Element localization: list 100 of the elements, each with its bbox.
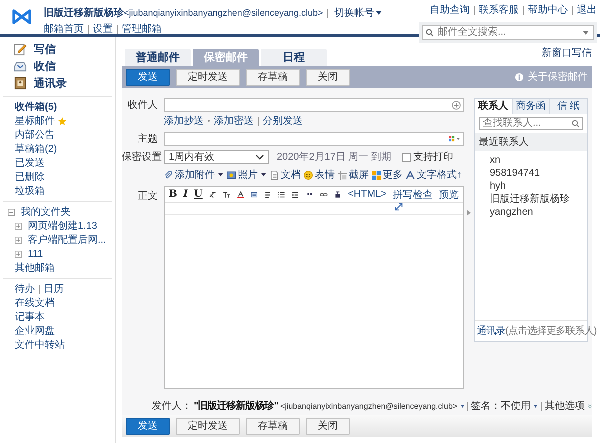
folder-item[interactable]: 我的文件夹: [21, 205, 71, 219]
caret-icon: [376, 11, 382, 15]
toolbar-button[interactable]: 发送: [126, 68, 170, 86]
contact-search-field[interactable]: 查找联系人...: [479, 117, 583, 130]
app-link[interactable]: 企业网盘: [15, 324, 112, 338]
app-link[interactable]: 记事本: [15, 310, 112, 324]
contact-item[interactable]: 旧版迁移新版杨珍: [475, 194, 587, 206]
panel-tab[interactable]: 商务函: [512, 99, 550, 114]
section-header: 最近联系人: [475, 133, 587, 151]
header-link[interactable]: 设置: [93, 22, 113, 36]
sender-label: 发件人：: [152, 400, 192, 413]
editor-link[interactable]: 预览: [439, 188, 459, 202]
contact-item[interactable]: xn: [475, 155, 587, 167]
indent-icon[interactable]: [292, 190, 300, 200]
app-link[interactable]: 待办: [15, 282, 35, 296]
sidebar-action[interactable]: 写信: [14, 41, 115, 58]
editor-link[interactable]: 拼写检查: [393, 188, 433, 202]
top-link[interactable]: 自助查询: [430, 3, 470, 17]
attach-tool[interactable]: 截屏: [338, 168, 369, 182]
account-email: <jiubanqianyixinbanyangzhen@silenceyang.club>: [124, 8, 324, 18]
toolbar-button[interactable]: 关闭: [306, 68, 350, 86]
notepad-pencil-icon: [14, 43, 27, 56]
print-checkbox[interactable]: 支持打印: [402, 150, 454, 164]
toolbar-button[interactable]: 发送: [126, 418, 170, 434]
panel-toggle-icon[interactable]: [467, 210, 471, 216]
folder-item[interactable]: 已删除: [15, 170, 112, 184]
dropdown-caret-icon[interactable]: [534, 404, 538, 408]
folder-item[interactable]: 111: [28, 248, 44, 260]
toolbar-button[interactable]: 存草稿: [246, 68, 300, 86]
field-label: 正文: [137, 190, 159, 203]
panel-tab[interactable]: 联系人: [475, 99, 512, 114]
recipient-field[interactable]: [164, 98, 464, 112]
font-icon: [406, 170, 415, 180]
folder-item[interactable]: 星标邮件: [15, 114, 112, 128]
highlight-icon[interactable]: [250, 190, 259, 200]
folder-item[interactable]: 收件箱(5): [15, 100, 112, 114]
folder-item[interactable]: 内部公告: [15, 128, 112, 142]
folder-item[interactable]: 网页端创建1.13: [28, 219, 98, 233]
italic-button[interactable]: I: [183, 189, 188, 200]
new-window-link[interactable]: 新窗口写信: [542, 46, 592, 60]
attach-tool[interactable]: 表情: [304, 168, 335, 182]
contact-item[interactable]: 958194741: [475, 168, 587, 180]
attach-tool[interactable]: 文字格式↑: [406, 168, 462, 182]
text-color-icon[interactable]: [236, 190, 245, 200]
eraser-icon[interactable]: [208, 190, 217, 200]
search-field[interactable]: 邮件全文搜索...: [422, 25, 594, 40]
underline-button[interactable]: U: [194, 189, 203, 200]
top-link[interactable]: 退出: [577, 3, 597, 17]
field-label: 保密设置: [122, 150, 163, 164]
bold-button[interactable]: B: [169, 189, 178, 200]
panel-tab[interactable]: 信 纸: [549, 99, 588, 114]
editor-link[interactable]: <HTML>: [348, 189, 387, 200]
expand-icon[interactable]: [395, 203, 403, 211]
folder-item[interactable]: 客户端配置后网...: [28, 233, 106, 247]
attach-tool[interactable]: 更多: [372, 168, 403, 182]
list-icon[interactable]: [278, 190, 286, 200]
app-link[interactable]: 在线文档: [15, 296, 112, 310]
folder-item[interactable]: 已发送: [15, 156, 112, 170]
signature-value: 不使用: [501, 400, 532, 413]
attach-tool[interactable]: 照片: [227, 168, 267, 182]
document-icon: [270, 170, 279, 180]
cc-link[interactable]: 添加抄送: [164, 114, 204, 128]
contact-item[interactable]: yangzhen: [475, 207, 587, 219]
toolbar-button[interactable]: 定时发送: [176, 418, 240, 434]
subject-field[interactable]: [164, 132, 464, 146]
switch-account-link[interactable]: 切换帐号: [334, 6, 382, 20]
contact-item[interactable]: hyh: [475, 181, 587, 193]
compose-tab[interactable]: 普通邮件: [125, 49, 191, 66]
cc-link[interactable]: 添加密送: [214, 114, 254, 128]
app-link[interactable]: 日历: [44, 282, 64, 296]
address-book-link[interactable]: 通讯录: [477, 324, 506, 338]
search-icon: [572, 120, 580, 128]
other-options-link[interactable]: 其他选项: [544, 399, 585, 413]
expand-toggle-icon[interactable]: [15, 222, 22, 230]
toolbar-button[interactable]: 存草稿: [246, 418, 300, 434]
sidebar-action[interactable]: 通讯录: [14, 75, 115, 92]
folder-item[interactable]: 垃圾箱: [15, 184, 112, 198]
app-link[interactable]: 文件中转站: [15, 338, 112, 352]
dropdown-caret-icon[interactable]: [460, 404, 464, 408]
collapse-toggle-icon[interactable]: [8, 208, 15, 216]
paperclip-icon: [164, 170, 173, 180]
cc-link[interactable]: 分别发送: [263, 114, 303, 128]
validity-select[interactable]: 1周内有效: [164, 150, 269, 164]
expand-toggle-icon[interactable]: [15, 236, 22, 244]
folder-item[interactable]: 其他邮箱: [15, 261, 112, 275]
expiry-date: 2020年2月17日 周一 到期: [277, 150, 392, 164]
top-link[interactable]: 联系客服: [479, 3, 519, 17]
attach-tool[interactable]: 文档: [270, 168, 301, 182]
align-icon[interactable]: [264, 190, 272, 200]
toolbar-button[interactable]: 定时发送: [176, 68, 240, 86]
font-size-icon[interactable]: [222, 190, 231, 200]
folder-item[interactable]: 草稿箱(2): [15, 142, 112, 156]
compose-tab[interactable]: 日程: [261, 49, 327, 66]
sidebar-action[interactable]: 收信: [14, 58, 115, 75]
attach-tool[interactable]: 添加附件: [164, 168, 224, 182]
top-link[interactable]: 帮助中心: [528, 3, 568, 17]
toolbar-button[interactable]: 关闭: [306, 418, 350, 434]
expand-toggle-icon[interactable]: [15, 250, 22, 258]
header-link[interactable]: 邮箱首页: [44, 22, 84, 36]
header-link[interactable]: 管理邮箱: [122, 22, 162, 36]
